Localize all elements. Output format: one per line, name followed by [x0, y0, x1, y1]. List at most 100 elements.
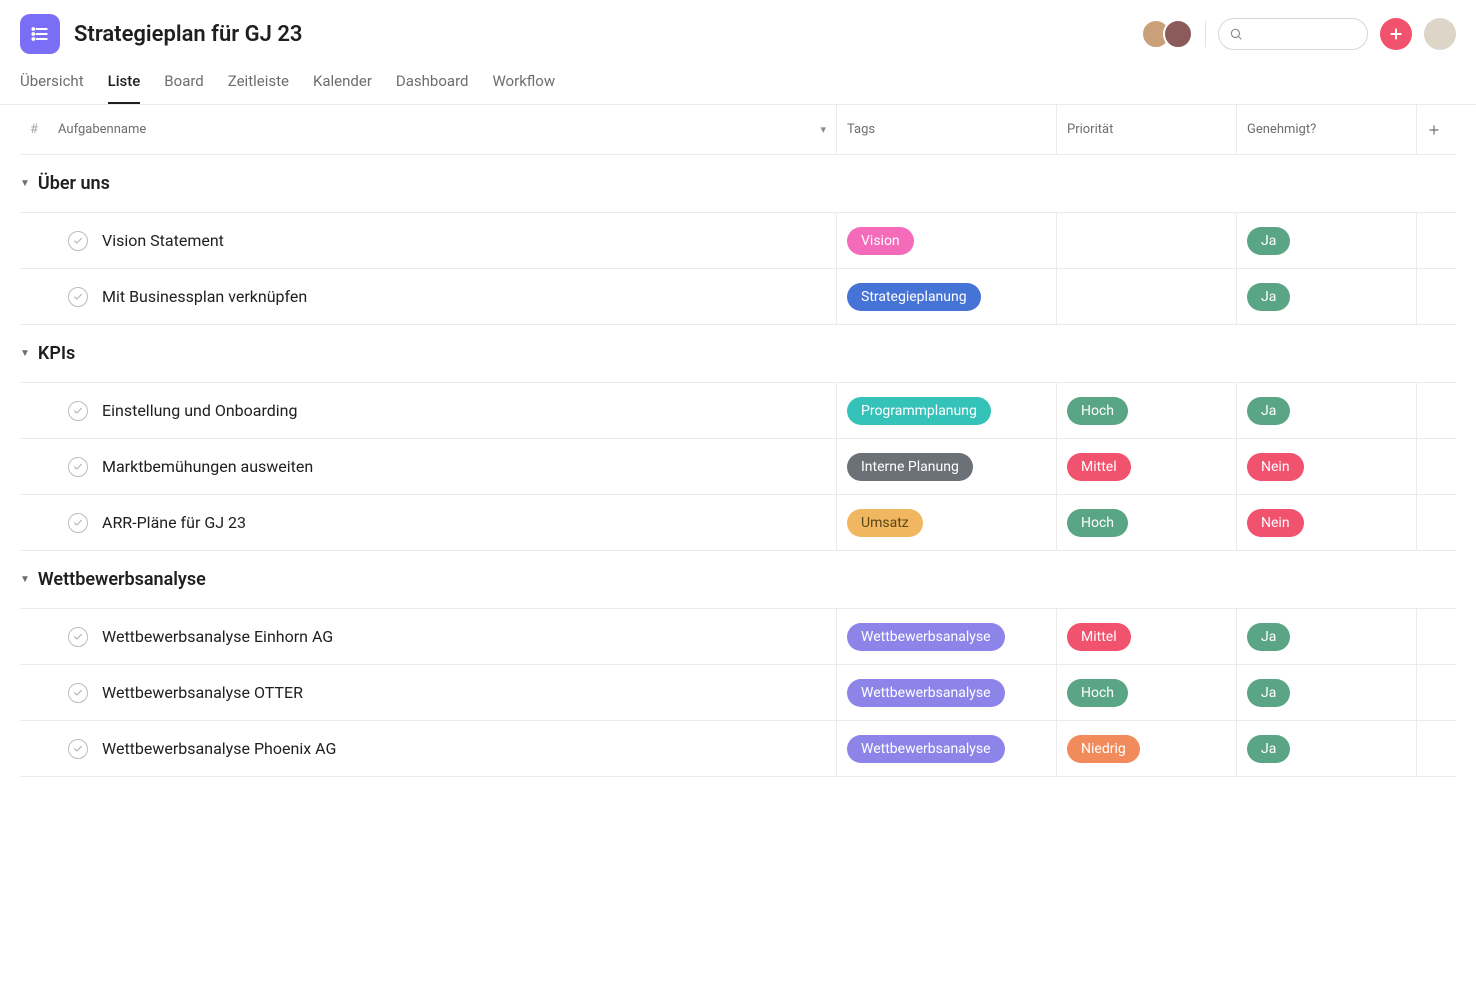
- tag-pill[interactable]: Strategieplanung: [847, 283, 981, 311]
- task-name-cell[interactable]: Wettbewerbsanalyse OTTER: [58, 665, 836, 720]
- section-header-kpis[interactable]: ▼KPIs: [20, 325, 1456, 383]
- approved-pill[interactable]: Ja: [1247, 623, 1290, 651]
- avatar[interactable]: [1163, 19, 1193, 49]
- tab-uebersicht[interactable]: Übersicht: [20, 64, 84, 104]
- approved-pill[interactable]: Nein: [1247, 453, 1304, 481]
- chevron-down-icon[interactable]: ▾: [820, 123, 826, 136]
- tab-board[interactable]: Board: [164, 64, 203, 104]
- approved-cell[interactable]: Ja: [1236, 665, 1416, 720]
- add-column-button[interactable]: [1416, 105, 1456, 154]
- column-priority[interactable]: Priorität: [1056, 105, 1236, 154]
- tag-pill[interactable]: Vision: [847, 227, 914, 255]
- table-row[interactable]: Mit Businessplan verknüpfen Strategieplan…: [20, 269, 1456, 325]
- section-header-wettbewerb[interactable]: ▼Wettbewerbsanalyse: [20, 551, 1456, 609]
- add-button[interactable]: [1380, 18, 1412, 50]
- approved-pill[interactable]: Nein: [1247, 509, 1304, 537]
- tag-pill[interactable]: Wettbewerbsanalyse: [847, 735, 1005, 763]
- tag-pill[interactable]: Interne Planung: [847, 453, 973, 481]
- user-avatar[interactable]: [1424, 18, 1456, 50]
- table-row[interactable]: Wettbewerbsanalyse Phoenix AG Wettbewerbs…: [20, 721, 1456, 777]
- task-name: ARR-Pläne für GJ 23: [102, 513, 246, 532]
- approved-cell[interactable]: Ja: [1236, 721, 1416, 776]
- column-approved[interactable]: Genehmigt?: [1236, 105, 1416, 154]
- table-row[interactable]: Marktbemühungen ausweiten Interne Planung…: [20, 439, 1456, 495]
- priority-pill[interactable]: Hoch: [1067, 509, 1128, 537]
- task-name-cell[interactable]: Einstellung und Onboarding: [58, 383, 836, 438]
- tab-kalender[interactable]: Kalender: [313, 64, 372, 104]
- task-name-cell[interactable]: Wettbewerbsanalyse Einhorn AG: [58, 609, 836, 664]
- task-name-cell[interactable]: ARR-Pläne für GJ 23: [58, 495, 836, 550]
- approved-cell[interactable]: Nein: [1236, 495, 1416, 550]
- priority-cell[interactable]: [1056, 269, 1236, 324]
- approved-cell[interactable]: Ja: [1236, 269, 1416, 324]
- task-name: Wettbewerbsanalyse OTTER: [102, 683, 303, 702]
- approved-pill[interactable]: Ja: [1247, 283, 1290, 311]
- task-name-cell[interactable]: Marktbemühungen ausweiten: [58, 439, 836, 494]
- tag-pill[interactable]: Umsatz: [847, 509, 923, 537]
- complete-checkbox[interactable]: [68, 401, 88, 421]
- priority-pill[interactable]: Mittel: [1067, 453, 1131, 481]
- tab-workflow[interactable]: Workflow: [492, 64, 555, 104]
- project-list-icon[interactable]: [20, 14, 60, 54]
- tag-pill[interactable]: Programmplanung: [847, 397, 991, 425]
- task-name: Wettbewerbsanalyse Phoenix AG: [102, 739, 336, 758]
- priority-cell[interactable]: Hoch: [1056, 495, 1236, 550]
- complete-checkbox[interactable]: [68, 513, 88, 533]
- tags-cell[interactable]: Strategieplanung: [836, 269, 1056, 324]
- priority-pill[interactable]: Niedrig: [1067, 735, 1140, 763]
- approved-cell[interactable]: Ja: [1236, 609, 1416, 664]
- priority-pill[interactable]: Hoch: [1067, 679, 1128, 707]
- tags-cell[interactable]: Vision: [836, 213, 1056, 268]
- table-row[interactable]: Einstellung und Onboarding Programmplanun…: [20, 383, 1456, 439]
- priority-cell[interactable]: Niedrig: [1056, 721, 1236, 776]
- priority-cell[interactable]: Hoch: [1056, 665, 1236, 720]
- tab-zeitleiste[interactable]: Zeitleiste: [228, 64, 289, 104]
- priority-cell[interactable]: Mittel: [1056, 609, 1236, 664]
- approved-pill[interactable]: Ja: [1247, 227, 1290, 255]
- priority-pill[interactable]: Hoch: [1067, 397, 1128, 425]
- row-num-cell: [20, 383, 58, 438]
- table-row[interactable]: Wettbewerbsanalyse OTTER Wettbewerbsanaly…: [20, 665, 1456, 721]
- approved-pill[interactable]: Ja: [1247, 397, 1290, 425]
- task-table: # Aufgabenname ▾ Tags Priorität Genehmig…: [0, 105, 1476, 777]
- task-name-cell[interactable]: Vision Statement: [58, 213, 836, 268]
- column-name[interactable]: Aufgabenname ▾: [58, 122, 836, 137]
- task-name-cell[interactable]: Wettbewerbsanalyse Phoenix AG: [58, 721, 836, 776]
- tab-dashboard[interactable]: Dashboard: [396, 64, 469, 104]
- complete-checkbox[interactable]: [68, 627, 88, 647]
- tab-liste[interactable]: Liste: [108, 64, 141, 104]
- priority-cell[interactable]: Hoch: [1056, 383, 1236, 438]
- tags-cell[interactable]: Wettbewerbsanalyse: [836, 665, 1056, 720]
- column-tags[interactable]: Tags: [836, 105, 1056, 154]
- search-input[interactable]: [1218, 18, 1368, 50]
- approved-pill[interactable]: Ja: [1247, 735, 1290, 763]
- complete-checkbox[interactable]: [68, 457, 88, 477]
- tag-pill[interactable]: Wettbewerbsanalyse: [847, 679, 1005, 707]
- approved-cell[interactable]: Ja: [1236, 213, 1416, 268]
- complete-checkbox[interactable]: [68, 287, 88, 307]
- member-avatars[interactable]: [1141, 19, 1193, 49]
- tags-cell[interactable]: Wettbewerbsanalyse: [836, 721, 1056, 776]
- complete-checkbox[interactable]: [68, 739, 88, 759]
- approved-cell[interactable]: Ja: [1236, 383, 1416, 438]
- tags-cell[interactable]: Wettbewerbsanalyse: [836, 609, 1056, 664]
- tags-cell[interactable]: Interne Planung: [836, 439, 1056, 494]
- table-row[interactable]: ARR-Pläne für GJ 23 Umsatz Hoch Nein: [20, 495, 1456, 551]
- header-right: [1141, 18, 1456, 50]
- tags-cell[interactable]: Programmplanung: [836, 383, 1056, 438]
- complete-checkbox[interactable]: [68, 231, 88, 251]
- table-row[interactable]: Wettbewerbsanalyse Einhorn AG Wettbewerbs…: [20, 609, 1456, 665]
- priority-cell[interactable]: [1056, 213, 1236, 268]
- project-title[interactable]: Strategieplan für GJ 23: [74, 22, 302, 47]
- priority-pill[interactable]: Mittel: [1067, 623, 1131, 651]
- approved-pill[interactable]: Ja: [1247, 679, 1290, 707]
- tags-cell[interactable]: Umsatz: [836, 495, 1056, 550]
- approved-cell[interactable]: Nein: [1236, 439, 1416, 494]
- section-header-ueber-uns[interactable]: ▼Über uns: [20, 155, 1456, 213]
- tag-pill[interactable]: Wettbewerbsanalyse: [847, 623, 1005, 651]
- complete-checkbox[interactable]: [68, 683, 88, 703]
- table-row[interactable]: Vision Statement Vision Ja: [20, 213, 1456, 269]
- column-num[interactable]: #: [20, 122, 58, 137]
- task-name-cell[interactable]: Mit Businessplan verknüpfen: [58, 269, 836, 324]
- priority-cell[interactable]: Mittel: [1056, 439, 1236, 494]
